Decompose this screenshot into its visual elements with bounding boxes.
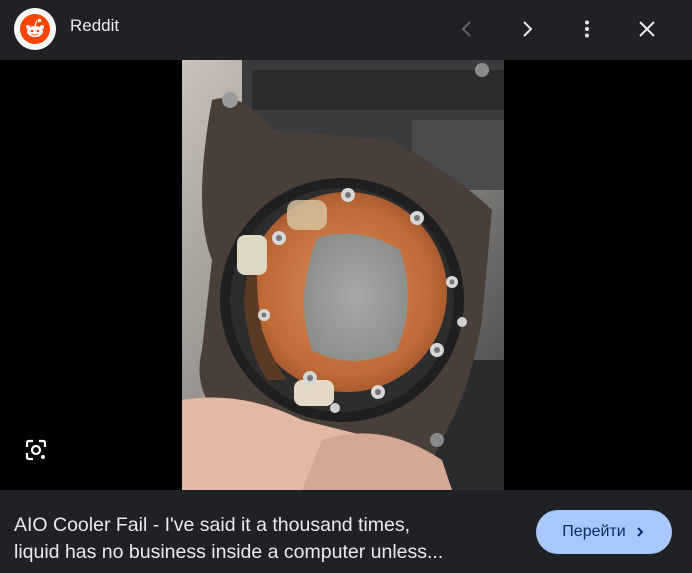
reddit-icon[interactable] (14, 8, 56, 50)
close-icon (639, 21, 655, 37)
visit-button[interactable]: Перейти (536, 510, 672, 554)
next-button[interactable] (508, 10, 546, 48)
chevron-right-icon (636, 527, 644, 537)
close-button[interactable] (628, 10, 666, 48)
previous-button[interactable] (448, 10, 486, 48)
site-name[interactable]: Reddit (70, 16, 119, 36)
visit-button-label: Перейти (562, 523, 626, 540)
caption-line-1: AIO Cooler Fail - I've said it a thousan… (14, 514, 411, 536)
image-viewer (0, 60, 692, 490)
chevron-right-icon (523, 21, 533, 37)
top-bar: Reddit (0, 0, 692, 60)
google-lens-icon (25, 439, 47, 461)
cooler-photo (182, 60, 504, 490)
more-options-button[interactable] (568, 10, 606, 48)
chevron-left-icon (461, 21, 471, 37)
caption-line-2: liquid has no business inside a computer… (14, 541, 444, 563)
more-vert-icon (585, 20, 589, 38)
footer: AIO Cooler Fail - I've said it a thousan… (0, 490, 692, 573)
lens-button[interactable] (18, 432, 54, 468)
preview-image[interactable] (182, 60, 504, 490)
image-caption[interactable]: AIO Cooler Fail - I've said it a thousan… (14, 512, 514, 566)
